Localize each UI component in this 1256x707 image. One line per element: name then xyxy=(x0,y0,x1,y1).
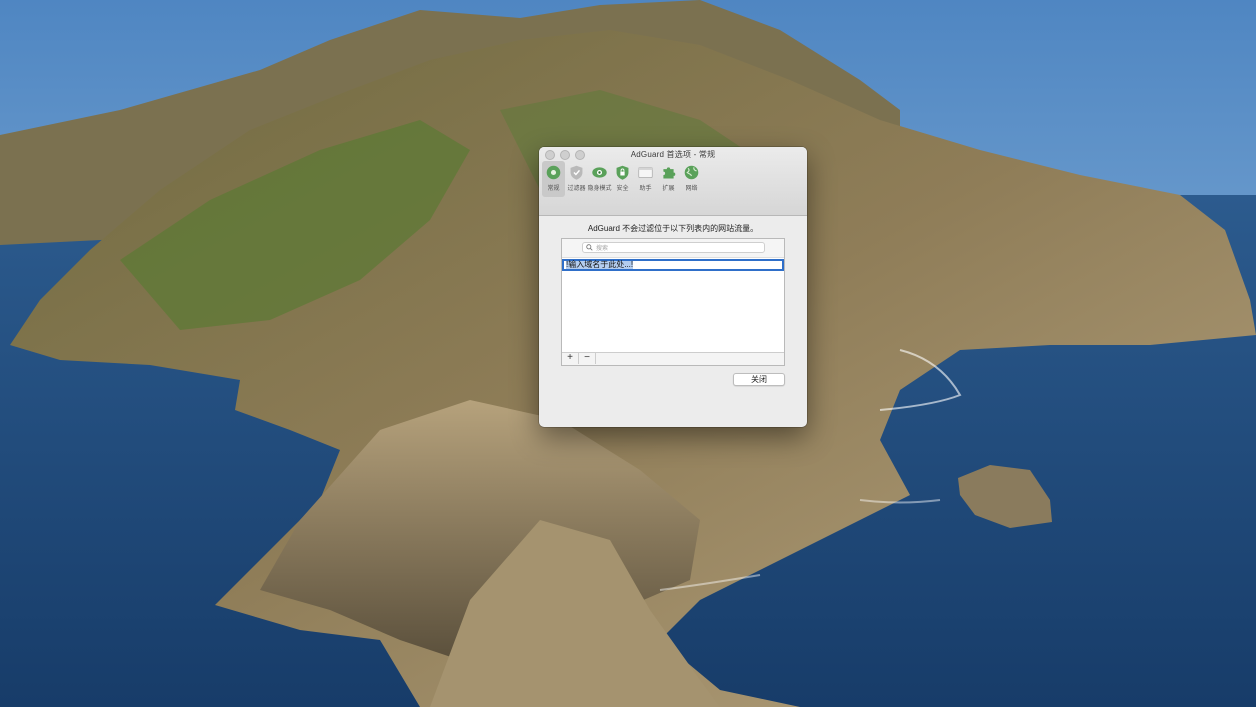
domain-edit-text: !输入域名于此处...! xyxy=(566,260,634,269)
tab-filters-label: 过滤器 xyxy=(567,186,586,192)
preferences-window: AdGuard 首选项 - 常规 常规 过滤器 隐身模式 安全 助手 扩展 网络… xyxy=(539,147,807,427)
eye-icon xyxy=(592,167,607,178)
tab-extensions-label: 扩展 xyxy=(662,186,675,192)
preferences-toolbar: 常规 过滤器 隐身模式 安全 助手 扩展 网络 xyxy=(542,161,703,197)
search-input[interactable]: 搜索 xyxy=(582,242,765,253)
whitelist-description: AdGuard 不会过滤位于以下列表内的网站流量。 xyxy=(587,224,759,233)
general-icon xyxy=(546,165,561,180)
tab-assistant-label: 助手 xyxy=(639,186,652,192)
domain-edit-field[interactable]: !输入域名于此处...! xyxy=(562,259,784,271)
list-footer: + − xyxy=(562,352,784,365)
tab-network-label: 网络 xyxy=(685,186,698,192)
close-button[interactable]: 关闭 xyxy=(733,373,785,386)
puzzle-icon xyxy=(663,167,676,179)
tab-general-label: 常规 xyxy=(547,186,560,192)
window-titlebar: AdGuard 首选项 - 常规 常规 过滤器 隐身模式 安全 助手 扩展 网络 xyxy=(539,147,807,216)
search-placeholder: 搜索 xyxy=(596,246,609,252)
globe-icon xyxy=(684,165,699,180)
tab-filters[interactable]: 过滤器 xyxy=(565,161,588,197)
window-title: AdGuard 首选项 - 常规 xyxy=(630,150,716,159)
search-icon xyxy=(586,244,593,251)
tab-extensions[interactable]: 扩展 xyxy=(657,161,680,197)
browser-window-icon xyxy=(638,166,653,179)
tab-network[interactable]: 网络 xyxy=(680,161,703,197)
tab-stealth-mode[interactable]: 隐身模式 xyxy=(587,161,612,197)
tab-general[interactable]: 常规 xyxy=(542,161,565,197)
search-bar: 搜索 xyxy=(562,239,784,258)
remove-domain-button[interactable]: − xyxy=(579,353,596,364)
add-domain-button[interactable]: + xyxy=(562,353,579,364)
shield-icon xyxy=(570,165,583,180)
tab-security[interactable]: 安全 xyxy=(611,161,634,197)
lock-shield-icon xyxy=(616,165,629,180)
tab-stealth-mode-label: 隐身模式 xyxy=(587,186,612,192)
tab-security-label: 安全 xyxy=(616,186,629,192)
whitelist-table: 搜索 !输入域名于此处...! + − xyxy=(561,238,785,366)
tab-assistant[interactable]: 助手 xyxy=(634,161,657,197)
general-pane: AdGuard 不会过滤位于以下列表内的网站流量。 搜索 !输入域名于此处...… xyxy=(539,216,807,427)
